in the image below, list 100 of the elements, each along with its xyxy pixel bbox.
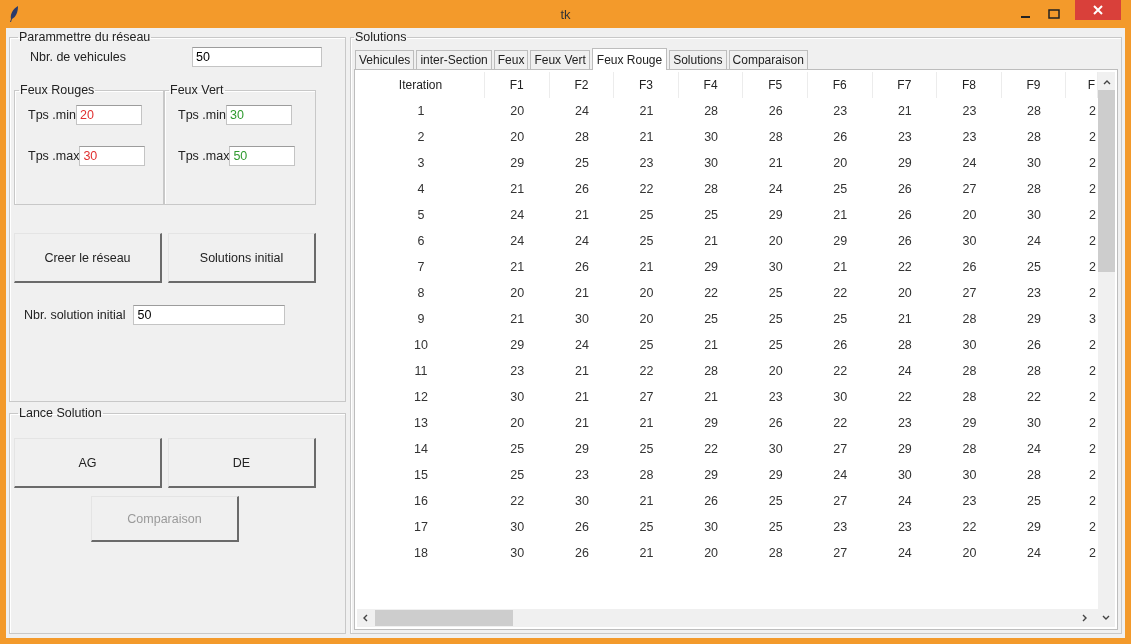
table-cell-text: 22 xyxy=(509,493,526,510)
input-field[interactable]: 50 xyxy=(133,305,286,325)
input-field[interactable]: 50 xyxy=(229,146,296,166)
table-cell-text: 24 xyxy=(896,363,913,380)
table-cell-text: 29 xyxy=(573,441,590,458)
table-cell-text: 20 xyxy=(832,155,849,172)
table-cell-text: 26 xyxy=(573,259,590,276)
table-cell-text: 29 xyxy=(767,207,784,224)
table-cell-text: 28 xyxy=(1026,181,1042,198)
table-cell-text: 25 xyxy=(638,441,655,458)
scroll-down-icon[interactable] xyxy=(1101,614,1111,622)
table-cell-text: 2 xyxy=(1088,207,1097,224)
horizontal-scrollbar[interactable] xyxy=(357,609,1115,627)
tab[interactable]: Feux Vert xyxy=(530,50,590,69)
column-header[interactable]: Iteration xyxy=(357,72,485,98)
tab[interactable]: Comparaison xyxy=(728,50,808,69)
column-header[interactable]: F2 xyxy=(549,72,615,98)
vertical-scrollbar[interactable] xyxy=(1098,72,1115,609)
table-cell-text: 21 xyxy=(896,103,913,120)
action-button[interactable]: Creer le réseau xyxy=(14,233,162,283)
table-cell-text: 21 xyxy=(638,415,655,432)
table-cell-text: 26 xyxy=(767,415,784,432)
group-title: Lance Solution xyxy=(18,406,103,420)
table-cell-text: 22 xyxy=(832,363,849,380)
table-cell-text: 2 xyxy=(1088,129,1097,146)
table-cell-text: 21 xyxy=(573,363,590,380)
table-cell-text: 30 xyxy=(767,441,784,458)
group-title: Solutions xyxy=(354,30,408,44)
column-header[interactable]: F7 xyxy=(872,72,938,98)
action-button[interactable]: DE xyxy=(168,438,316,488)
maximize-icon[interactable] xyxy=(1047,7,1061,21)
table-cell-text: 13 xyxy=(413,415,429,432)
table-cell-text: 21 xyxy=(703,233,720,250)
column-header[interactable]: F1 xyxy=(485,72,550,98)
table-cell-text: 29 xyxy=(703,259,720,276)
table-cell-text: 28 xyxy=(767,545,784,562)
field-label: Tps .min xyxy=(178,108,226,122)
column-header[interactable]: F5 xyxy=(743,72,808,98)
group-title: Feux Rouges xyxy=(19,83,96,97)
tab[interactable]: Vehicules xyxy=(355,50,415,69)
table-cell-text: 30 xyxy=(573,311,590,328)
tab[interactable]: Feux Rouge xyxy=(591,48,668,70)
table-cell-text: 24 xyxy=(896,545,913,562)
table-cell-text: 26 xyxy=(573,545,590,562)
column-header[interactable]: F8 xyxy=(937,72,1002,98)
table-cell-text: 28 xyxy=(703,363,720,380)
table-cell-text: 21 xyxy=(638,129,655,146)
scrollbar-thumb[interactable] xyxy=(375,610,513,626)
input-field[interactable]: 20 xyxy=(75,105,142,125)
table-cell-text: 26 xyxy=(573,519,590,536)
table-cell-text: 30 xyxy=(961,467,978,484)
table-cell-text: 30 xyxy=(767,259,784,276)
table-cell-text: 24 xyxy=(573,337,590,354)
table-cell-text: 21 xyxy=(638,493,655,510)
input-field[interactable]: 50 xyxy=(192,47,322,67)
table-cell-text: 20 xyxy=(896,285,913,302)
table-cell-text: 4 xyxy=(416,181,426,198)
action-button[interactable]: AG xyxy=(14,438,162,488)
table-cell-text: 27 xyxy=(961,285,978,302)
field-label: Tps .max xyxy=(28,149,80,163)
column-header[interactable]: F3 xyxy=(614,72,679,98)
tab[interactable]: inter-Section xyxy=(416,50,492,69)
scroll-up-icon[interactable] xyxy=(1101,78,1112,86)
table-cell-text: 26 xyxy=(573,181,590,198)
input-field[interactable]: 30 xyxy=(225,105,292,125)
scrollbar-thumb[interactable] xyxy=(1098,90,1115,272)
tab[interactable]: Solutions xyxy=(669,50,727,69)
table-cell-text: 25 xyxy=(767,285,784,302)
table-cell-text: 2 xyxy=(1088,493,1097,510)
table-cell-text: 23 xyxy=(896,415,913,432)
table-cell-text: 23 xyxy=(638,155,655,172)
table-cell-text: 6 xyxy=(416,233,426,250)
table-cell-text: 23 xyxy=(961,129,978,146)
tab[interactable]: Feux xyxy=(493,50,529,69)
action-button[interactable]: Solutions initial xyxy=(168,233,316,283)
table-cell-text: 24 xyxy=(1026,545,1042,562)
table-cell-text: 20 xyxy=(703,545,720,562)
column-header[interactable]: F9 xyxy=(1001,72,1067,98)
column-header[interactable]: F6 xyxy=(807,72,873,98)
table-cell-text: 27 xyxy=(832,441,849,458)
table-cell-text: 20 xyxy=(961,207,978,224)
table-cell-text: 30 xyxy=(961,337,978,354)
table-cell-text: 2 xyxy=(1088,467,1097,484)
table-cell-text: 29 xyxy=(896,441,913,458)
table-cell-text: 2 xyxy=(1088,103,1097,120)
table-cell-text: 23 xyxy=(961,103,978,120)
table-cell-text: 25 xyxy=(509,467,526,484)
scroll-left-icon[interactable] xyxy=(361,613,369,623)
table-cell-text: 5 xyxy=(416,207,426,224)
table-cell-text: 25 xyxy=(509,441,526,458)
table-cell-text: 23 xyxy=(896,519,913,536)
close-button[interactable] xyxy=(1075,0,1121,20)
scroll-right-icon[interactable] xyxy=(1081,613,1089,623)
table-cell-text: 21 xyxy=(832,259,849,276)
input-field[interactable]: 30 xyxy=(79,146,146,166)
table-cell-text: 24 xyxy=(573,103,590,120)
table-cell-text: 28 xyxy=(703,181,720,198)
table-cell-text: 3 xyxy=(1088,311,1097,328)
table-cell-text: 25 xyxy=(638,233,655,250)
column-header[interactable]: F4 xyxy=(678,72,744,98)
